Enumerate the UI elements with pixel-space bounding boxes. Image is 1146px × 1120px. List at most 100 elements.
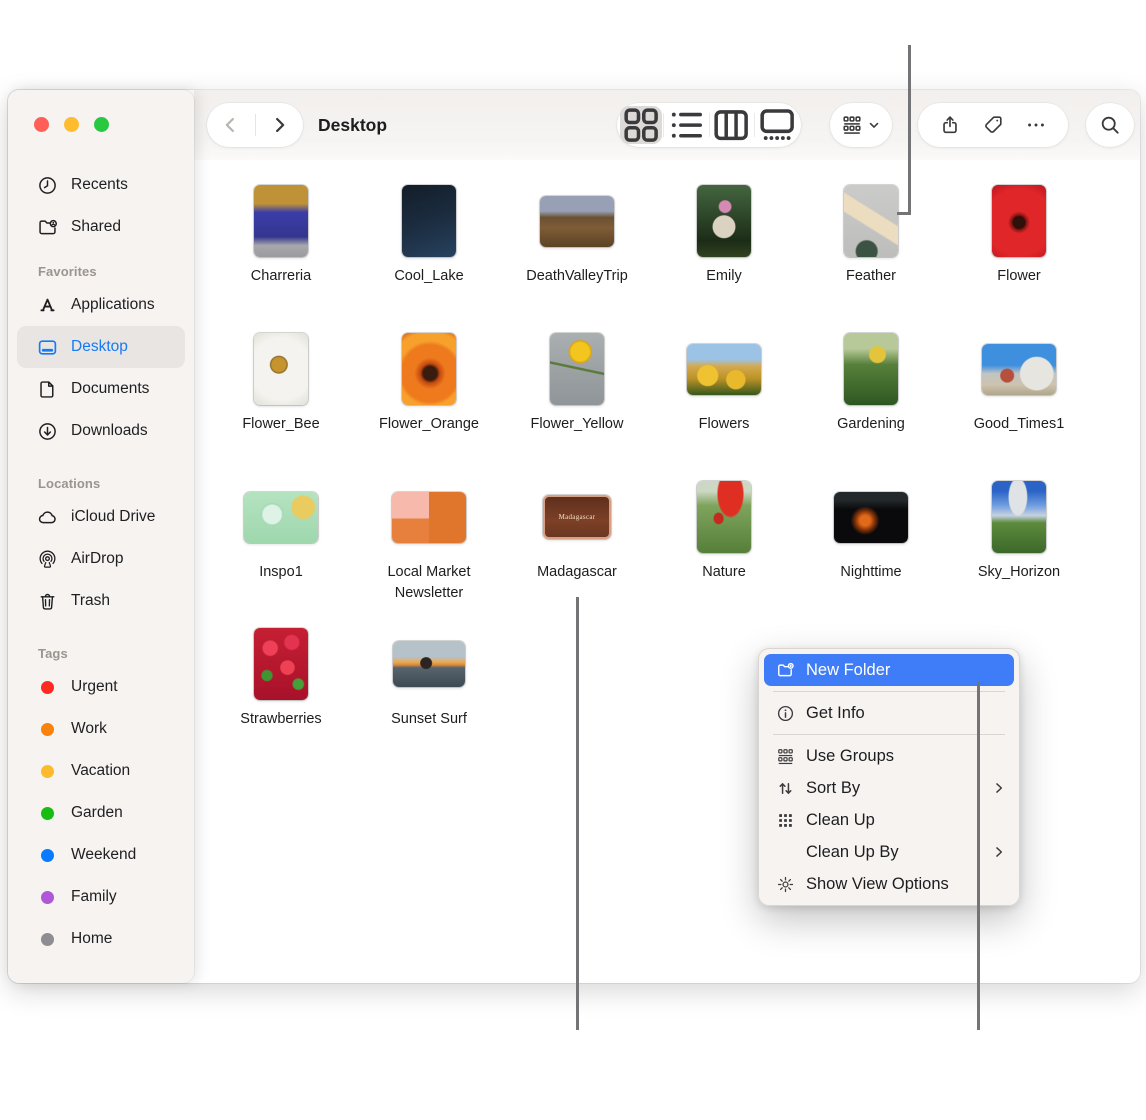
file-thumbnail[interactable] — [393, 641, 465, 687]
sidebar-item-family[interactable]: Family — [8, 876, 194, 918]
sidebar-item-vacation[interactable]: Vacation — [8, 750, 194, 792]
sidebar-item-garden[interactable]: Garden — [8, 792, 194, 834]
sidebar-item-label: Trash — [71, 592, 110, 610]
file-thumbnail[interactable] — [697, 481, 751, 553]
segment-divider — [663, 113, 664, 137]
file-sunset-surf[interactable]: Sunset Surf — [355, 627, 503, 730]
gallery-view-button[interactable] — [756, 106, 798, 144]
file-thumbnail[interactable] — [687, 344, 761, 395]
sidebar-item-icloud-drive[interactable]: iCloud Drive — [8, 496, 194, 538]
tag-color-dot — [41, 681, 54, 694]
more-button[interactable] — [1025, 114, 1047, 136]
file-feather[interactable]: Feather — [797, 184, 945, 287]
nav-buttons — [207, 103, 303, 147]
file-good-times1[interactable]: Good_Times1 — [945, 332, 1093, 435]
file-thumbnail[interactable] — [844, 333, 898, 405]
sidebar-item-urgent[interactable]: Urgent — [8, 666, 194, 708]
forward-button[interactable] — [268, 114, 290, 136]
sidebar-item-home[interactable]: Home — [8, 918, 194, 960]
tag-color-dot — [41, 891, 54, 904]
file-name: Flower_Yellow — [503, 414, 651, 435]
callout-line-feather — [908, 45, 911, 215]
file-thumbnail[interactable] — [254, 628, 308, 700]
traffic-lights — [34, 117, 109, 132]
file-thumbnail[interactable] — [244, 492, 318, 543]
icon-view-button[interactable] — [620, 106, 662, 144]
file-nature[interactable]: Nature — [650, 480, 798, 583]
file-thumbnail[interactable] — [254, 185, 308, 257]
file-flower-bee[interactable]: Flower_Bee — [207, 332, 355, 435]
file-thumbnail-box — [207, 480, 355, 554]
sidebar-item-label: Desktop — [71, 338, 128, 356]
file-flower-orange[interactable]: Flower_Orange — [355, 332, 503, 435]
file-thumbnail[interactable] — [697, 185, 751, 257]
sidebar-item-documents[interactable]: Documents — [8, 368, 194, 410]
list-view-button[interactable] — [665, 106, 707, 144]
file-flower-yellow[interactable]: Flower_Yellow — [503, 332, 651, 435]
file-charreria[interactable]: Charreria — [207, 184, 355, 287]
column-view-button[interactable] — [710, 106, 752, 144]
file-inspo1[interactable]: Inspo1 — [207, 480, 355, 583]
sidebar-item-weekend[interactable]: Weekend — [8, 834, 194, 876]
menu-item-label: Show View Options — [806, 875, 1006, 894]
file-name: Nighttime — [797, 562, 945, 583]
downloads-icon — [36, 420, 58, 442]
tags-button[interactable] — [982, 114, 1004, 136]
file-thumbnail[interactable] — [844, 185, 898, 257]
submenu-chevron-icon — [992, 845, 1006, 859]
minimize-window-button[interactable] — [64, 117, 79, 132]
file-nighttime[interactable]: Nighttime — [797, 480, 945, 583]
group-by-button[interactable] — [830, 103, 892, 147]
sidebar-item-downloads[interactable]: Downloads — [8, 410, 194, 452]
file-flowers[interactable]: Flowers — [650, 332, 798, 435]
file-sky-horizon[interactable]: Sky_Horizon — [945, 480, 1093, 583]
sidebar-item-label: AirDrop — [71, 550, 124, 568]
file-flower[interactable]: Flower — [945, 184, 1093, 287]
file-local-market-newsletter[interactable]: Local Market Newsletter — [355, 480, 503, 604]
file-madagascar[interactable]: MadagascarMadagascar — [503, 480, 651, 583]
file-thumbnail[interactable] — [402, 185, 456, 257]
file-thumbnail[interactable] — [254, 333, 308, 405]
sidebar-item-trash[interactable]: Trash — [8, 580, 194, 622]
search-button[interactable] — [1086, 103, 1134, 147]
close-window-button[interactable] — [34, 117, 49, 132]
file-thumbnail[interactable] — [992, 185, 1046, 257]
file-thumbnail[interactable] — [992, 481, 1046, 553]
menu-item-label: Clean Up By — [806, 843, 983, 862]
sidebar-item-shared[interactable]: Shared — [8, 206, 194, 248]
sidebar-item-label: Vacation — [71, 762, 130, 780]
menu-separator — [773, 734, 1005, 735]
file-name: Cool_Lake — [355, 266, 503, 287]
file-emily[interactable]: Emily — [650, 184, 798, 287]
file-strawberries[interactable]: Strawberries — [207, 627, 355, 730]
file-gardening[interactable]: Gardening — [797, 332, 945, 435]
file-thumbnail[interactable] — [402, 333, 456, 405]
info-icon — [773, 704, 797, 723]
sidebar-item-applications[interactable]: Applications — [8, 284, 194, 326]
file-thumbnail[interactable] — [834, 492, 908, 543]
file-thumbnail[interactable]: Madagascar — [543, 495, 611, 539]
file-thumbnail[interactable] — [392, 492, 466, 543]
file-name: Good_Times1 — [945, 414, 1093, 435]
trash-icon — [36, 590, 58, 612]
sidebar-item-desktop[interactable]: Desktop — [17, 326, 185, 368]
sidebar-item-label: Recents — [71, 176, 128, 194]
sidebar-item-recents[interactable]: Recents — [8, 164, 194, 206]
file-cool-lake[interactable]: Cool_Lake — [355, 184, 503, 287]
share-button[interactable] — [939, 114, 961, 136]
file-deathvalleytrip[interactable]: DeathValleyTrip — [503, 184, 651, 287]
file-thumbnail-box — [207, 184, 355, 258]
clock-icon — [36, 174, 58, 196]
zoom-window-button[interactable] — [94, 117, 109, 132]
back-button[interactable] — [220, 114, 242, 136]
sidebar-item-label: Weekend — [71, 846, 136, 864]
file-name: Strawberries — [207, 709, 355, 730]
file-thumbnail[interactable] — [540, 196, 614, 247]
file-name: Flower_Orange — [355, 414, 503, 435]
file-thumbnail[interactable] — [982, 344, 1056, 395]
sidebar-item-airdrop[interactable]: AirDrop — [8, 538, 194, 580]
sidebar-item-work[interactable]: Work — [8, 708, 194, 750]
use-groups-icon — [773, 747, 797, 766]
file-thumbnail[interactable] — [550, 333, 604, 405]
file-name: Charreria — [207, 266, 355, 287]
